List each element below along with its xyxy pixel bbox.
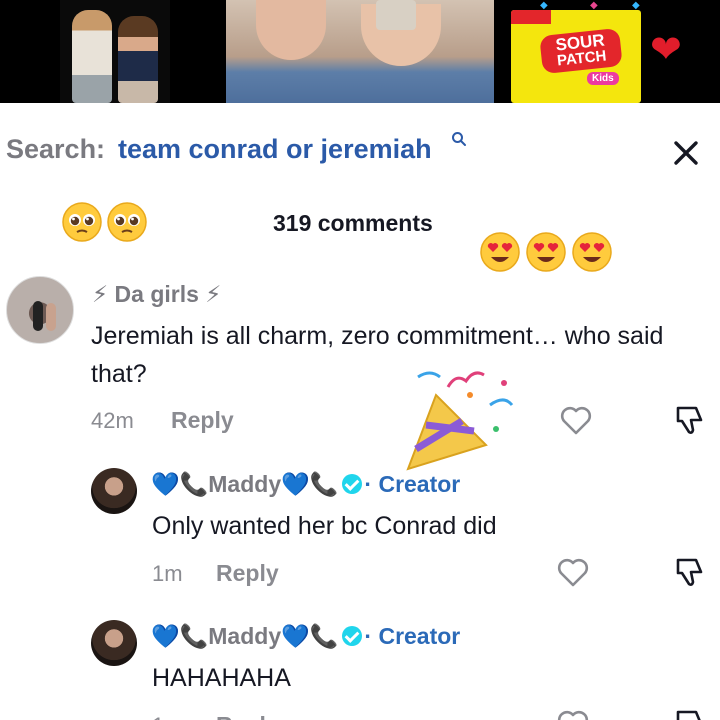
candy-kids-label: Kids: [587, 72, 619, 85]
reply-button[interactable]: Reply: [216, 712, 279, 720]
close-icon[interactable]: [664, 131, 708, 175]
heart-eyes-face-icon: [572, 232, 612, 272]
reply-comment-item: 💙📞Maddy💙📞 · Creator Only wanted her bc Co…: [0, 464, 720, 594]
comment-timestamp: 42m: [91, 408, 134, 433]
comments-header: 319 comments: [0, 199, 720, 272]
verified-badge-icon: [342, 626, 363, 646]
avatar[interactable]: [91, 620, 137, 666]
thumbs-down-icon[interactable]: [672, 402, 708, 438]
verified-badge-icon: [342, 474, 363, 494]
diamond-sticker-icon: ◆: [632, 0, 640, 11]
phone-shape: [376, 0, 416, 30]
comment-timestamp: 1m: [152, 713, 183, 720]
comment-username[interactable]: ⚡ Da girls ⚡: [92, 281, 221, 308]
comment-count: 319 comments: [273, 210, 433, 236]
comment-timestamp: 1m: [152, 561, 183, 586]
comment-text: HAHAHAHA: [152, 664, 291, 692]
sour-patch-kids-sticker: SOUR PATCH Kids: [511, 10, 641, 103]
heart-eyes-face-icon: [526, 232, 566, 272]
reply-button[interactable]: Reply: [216, 560, 279, 587]
comment-text: Only wanted her bc Conrad did: [152, 512, 497, 540]
diamond-sticker-icon: ◆: [590, 0, 598, 11]
heart-like-icon[interactable]: [555, 706, 591, 720]
person-figure: [72, 10, 112, 103]
couple-photo-thumbnail: [60, 0, 170, 103]
search-bar[interactable]: Search: team conrad or jeremiah: [0, 103, 720, 199]
reply-button[interactable]: Reply: [171, 407, 234, 434]
hands-shape: [256, 0, 326, 60]
heart-eyes-face-icon: [480, 232, 520, 272]
search-term-link[interactable]: team conrad or jeremiah: [118, 134, 432, 165]
creator-badge: · Creator: [364, 623, 461, 649]
video-preview-strip: SOUR PATCH Kids ◆ ◆ ◆ ❤: [0, 0, 720, 103]
diamond-sticker-icon: ◆: [540, 0, 548, 11]
search-label: Search:: [6, 134, 106, 164]
pleading-face-icon: [62, 202, 102, 242]
candy-logo: SOUR PATCH: [539, 27, 623, 75]
comment-item: ⚡ Da girls ⚡ Jeremiah is all charm, zero…: [0, 276, 720, 436]
comment-username[interactable]: 💙📞Maddy💙📞: [151, 623, 338, 649]
heart-like-icon[interactable]: [555, 554, 591, 590]
party-popper-icon: [406, 371, 514, 471]
avatar[interactable]: [91, 468, 137, 514]
thumbs-down-icon[interactable]: [672, 554, 708, 590]
heart-like-icon[interactable]: [558, 402, 594, 438]
avatar[interactable]: [6, 276, 74, 344]
pleading-face-icon: [107, 202, 147, 242]
heart-on-fire-icon: ❤: [650, 29, 682, 71]
person-figure: [118, 16, 158, 103]
girls-with-phone-thumbnail: [226, 0, 494, 103]
search-icon: [452, 132, 466, 146]
comment-username[interactable]: 💙📞Maddy💙📞: [151, 471, 338, 497]
reply-comment-item: 💙📞Maddy💙📞 · Creator HAHAHAHA 1m Reply: [0, 616, 720, 720]
comments-panel: Search: team conrad or jeremiah 319 comm…: [0, 103, 720, 720]
creator-badge: · Creator: [364, 471, 461, 497]
thumbs-down-icon[interactable]: [672, 706, 708, 720]
